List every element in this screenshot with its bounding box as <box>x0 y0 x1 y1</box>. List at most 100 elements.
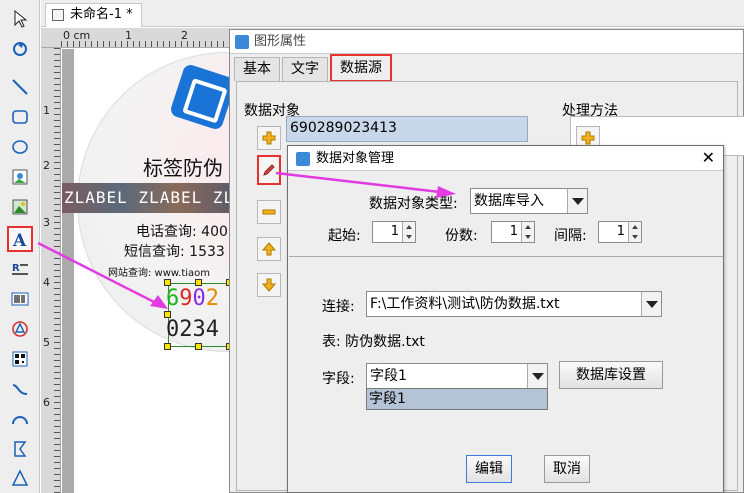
interval-spinner[interactable]: 1 <box>598 221 642 243</box>
section-divider <box>289 256 723 257</box>
resize-handle[interactable] <box>164 343 171 350</box>
props-title-bar: 图形属性 <box>230 30 743 54</box>
start-label: 起始: <box>328 228 361 244</box>
dialog-title: 数据对象管理 <box>316 151 395 166</box>
move-down-button[interactable] <box>257 273 281 297</box>
triangle-tool-button[interactable] <box>7 465 33 491</box>
text-icon: A <box>12 231 27 249</box>
rich-text-icon: R <box>12 263 28 275</box>
ruler-label: 4 <box>43 276 50 289</box>
type-select-value: 数据库导入 <box>474 193 544 209</box>
data-object-list-item[interactable]: 690289023413 <box>286 116 528 142</box>
move-up-button[interactable] <box>257 237 281 261</box>
line-icon <box>12 79 28 95</box>
security-code-digit: 9 <box>179 286 193 311</box>
resize-handle[interactable] <box>195 343 202 350</box>
pointer-tool-button[interactable] <box>7 6 33 32</box>
resize-handle[interactable] <box>195 279 202 286</box>
svg-text:A: A <box>12 231 27 249</box>
connection-select[interactable]: F:\工作资料\测试\防伪数据.txt <box>366 291 662 317</box>
cancel-button[interactable]: 取消 <box>544 455 590 483</box>
chevron-down-icon[interactable] <box>567 189 587 213</box>
ellipse-tool-button[interactable] <box>7 134 33 160</box>
line-tool-button[interactable] <box>7 74 33 100</box>
copies-label: 份数: <box>445 228 478 244</box>
window-icon <box>296 152 310 166</box>
type-select[interactable]: 数据库导入 <box>470 188 588 214</box>
security-code-line-1: 6902 <box>166 286 219 311</box>
label-title-text[interactable]: 标签防伪 <box>143 152 223 181</box>
label-web-text[interactable]: 网站查询: www.tiaom <box>108 264 210 279</box>
document-tab[interactable]: 未命名-1 * <box>45 3 142 27</box>
edit-data-object-button[interactable] <box>257 155 281 185</box>
curve-tool-button[interactable] <box>7 376 33 402</box>
rotate-tool-button[interactable] <box>7 36 33 62</box>
resize-handle[interactable] <box>164 279 171 286</box>
label-phone-text[interactable]: 电话查询: 400 <box>136 221 228 241</box>
connection-value: F:\工作资料\测试\防伪数据.txt <box>370 296 560 312</box>
field-option[interactable]: 字段1 <box>366 388 548 410</box>
edit-icon <box>263 164 275 176</box>
barcode-tool-button[interactable] <box>7 286 33 312</box>
pointer-icon <box>14 9 28 28</box>
ruler-ticks <box>54 48 60 493</box>
ruler-label: 6 <box>43 396 50 409</box>
close-icon[interactable]: ✕ <box>702 149 715 167</box>
ruler-label: 5 <box>43 336 50 349</box>
image-icon <box>12 169 28 185</box>
security-code-digit: 6 <box>166 286 180 311</box>
shape-tool-button[interactable] <box>7 316 33 342</box>
document-tab-bar: 未命名-1 * <box>41 0 744 27</box>
add-data-object-button[interactable] <box>257 126 281 150</box>
polygon-tool-button[interactable] <box>7 436 33 462</box>
text-tool-button[interactable]: A <box>7 226 33 252</box>
connection-label: 连接: <box>322 299 355 315</box>
chevron-down-icon[interactable] <box>527 364 547 388</box>
rectangle-tool-button[interactable] <box>7 104 33 130</box>
start-spinner[interactable]: 1 <box>372 221 416 243</box>
curve-icon <box>12 384 28 395</box>
vertical-ruler: 1 2 3 4 5 6 <box>41 48 61 493</box>
interval-label: 间隔: <box>554 228 587 244</box>
picture-tool-button[interactable] <box>7 194 33 220</box>
document-icon <box>52 9 64 21</box>
copies-spinner[interactable]: 1 <box>491 221 535 243</box>
copies-value: 1 <box>509 224 518 239</box>
chevron-down-icon[interactable] <box>641 292 661 316</box>
field-select[interactable]: 字段1 <box>366 363 548 389</box>
arc-tool-button[interactable] <box>7 406 33 432</box>
qrcode-tool-button[interactable] <box>7 346 33 372</box>
ruler-label: 1 <box>43 104 50 117</box>
security-code-digit: 2 <box>205 286 219 311</box>
ruler-label: 2 <box>43 159 50 172</box>
tab-text[interactable]: 文字 <box>282 57 328 81</box>
polygon-icon <box>14 441 27 457</box>
type-label: 数据对象类型: <box>369 196 458 212</box>
ellipse-icon <box>12 140 28 154</box>
add-icon <box>262 131 276 145</box>
image-tool-button[interactable] <box>7 164 33 190</box>
remove-data-object-button[interactable] <box>257 200 281 224</box>
document-tab-label: 未命名-1 * <box>70 7 133 22</box>
arc-icon <box>12 416 28 425</box>
dialog-title-bar: 数据对象管理 ✕ <box>288 146 723 171</box>
tab-datasource[interactable]: 数据源 <box>330 54 392 82</box>
field-value: 字段1 <box>370 368 407 384</box>
table-text: 表: 防伪数据.txt <box>322 334 425 350</box>
edit-button[interactable]: 编辑 <box>466 455 512 483</box>
tab-basic[interactable]: 基本 <box>234 57 280 81</box>
spinner-arrows[interactable] <box>521 222 534 242</box>
spinner-arrows[interactable] <box>402 222 415 242</box>
spinner-arrows[interactable] <box>628 222 641 242</box>
label-brand-strip[interactable]: ZLABEL ZLABEL ZL <box>62 183 237 213</box>
rounded-rect-icon <box>12 110 28 124</box>
database-settings-button[interactable]: 数据库设置 <box>559 361 663 389</box>
move-up-icon <box>261 242 277 256</box>
svg-text:R: R <box>12 263 20 274</box>
triangle-icon <box>11 469 29 486</box>
qrcode-icon <box>12 351 28 367</box>
rich-text-tool-button[interactable]: R <box>7 256 33 282</box>
props-title: 图形属性 <box>254 34 307 49</box>
label-sms-text[interactable]: 短信查询: 1533 <box>124 241 225 261</box>
tool-palette: A R <box>0 0 40 493</box>
